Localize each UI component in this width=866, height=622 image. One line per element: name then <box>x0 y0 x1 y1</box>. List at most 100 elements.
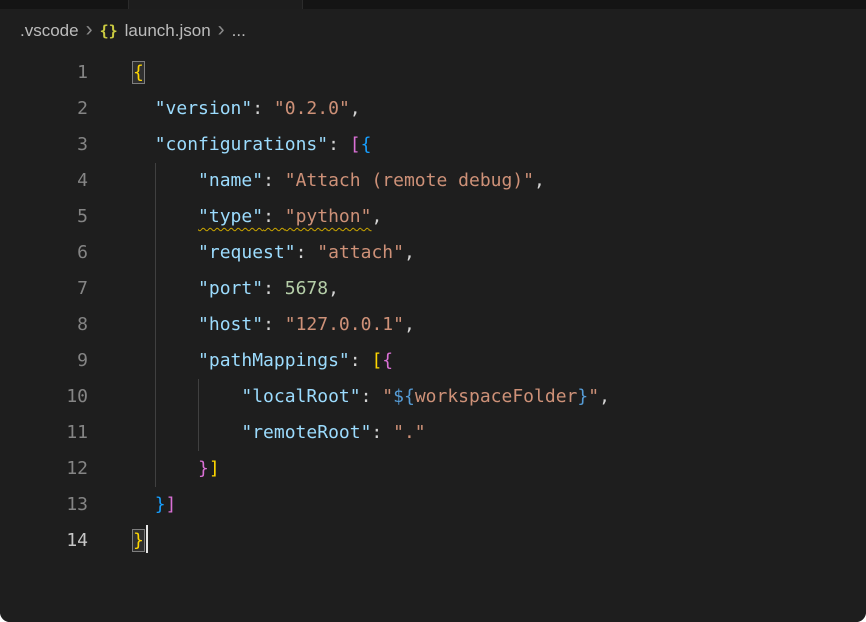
code-line[interactable]: 13 }] <box>0 487 866 523</box>
code-token: ] <box>209 458 220 479</box>
code-line[interactable]: 4 "name": "Attach (remote debug)", <box>0 163 866 199</box>
code-token: : <box>263 314 285 335</box>
code-token: [ <box>371 350 382 371</box>
code-token: , <box>328 278 339 299</box>
code-line-content: "configurations": [{ <box>88 127 371 163</box>
code-line[interactable]: 5 "type": "python", <box>0 199 866 235</box>
code-line-content: "request": "attach", <box>88 235 415 271</box>
code-token <box>133 422 241 443</box>
code-line[interactable]: 9 "pathMappings": [{ <box>0 343 866 379</box>
line-number[interactable]: 14 <box>0 523 88 559</box>
code-token: "configurations" <box>155 134 328 155</box>
code-line[interactable]: 7 "port": 5678, <box>0 271 866 307</box>
code-token: : <box>328 134 350 155</box>
code-token: { <box>382 350 393 371</box>
line-number[interactable]: 7 <box>0 271 88 307</box>
code-token: "." <box>393 422 426 443</box>
code-line[interactable]: 12 }] <box>0 451 866 487</box>
code-token: : <box>252 98 274 119</box>
code-token <box>133 98 155 119</box>
code-token: : <box>361 386 383 407</box>
tab-strip-segment <box>128 0 302 9</box>
code-token: , <box>371 206 382 227</box>
code-token: "type" <box>198 206 263 227</box>
code-token: , <box>534 170 545 191</box>
line-number[interactable]: 9 <box>0 343 88 379</box>
code-line[interactable]: 6 "request": "attach", <box>0 235 866 271</box>
code-token: : <box>263 206 285 227</box>
chevron-right-icon: › <box>86 19 93 40</box>
line-number[interactable]: 4 <box>0 163 88 199</box>
code-token: , <box>404 242 415 263</box>
code-token <box>133 386 241 407</box>
code-token: "0.2.0" <box>274 98 350 119</box>
code-token: "request" <box>198 242 296 263</box>
line-number[interactable]: 5 <box>0 199 88 235</box>
code-token: "name" <box>198 170 263 191</box>
code-line[interactable]: 10 "localRoot": "${workspaceFolder}", <box>0 379 866 415</box>
code-token: "host" <box>198 314 263 335</box>
line-number[interactable]: 13 <box>0 487 88 523</box>
code-token <box>133 242 198 263</box>
breadcrumb-file[interactable]: launch.json <box>125 21 211 41</box>
line-number[interactable]: 6 <box>0 235 88 271</box>
code-token <box>133 278 198 299</box>
code-line[interactable]: 8 "host": "127.0.0.1", <box>0 307 866 343</box>
code-line-content: "remoteRoot": "." <box>88 415 426 451</box>
line-number[interactable]: 12 <box>0 451 88 487</box>
code-line-content: "localRoot": "${workspaceFolder}", <box>88 379 610 415</box>
line-number[interactable]: 3 <box>0 127 88 163</box>
json-file-icon: {} <box>100 22 118 40</box>
code-line-content: "type": "python", <box>88 199 382 235</box>
code-line-content: } <box>88 523 148 559</box>
code-token: , <box>350 98 361 119</box>
code-token: : <box>296 242 318 263</box>
code-token: ${ <box>393 386 415 407</box>
code-token: : <box>263 170 285 191</box>
line-number[interactable]: 1 <box>0 55 88 91</box>
code-line[interactable]: 3 "configurations": [{ <box>0 127 866 163</box>
code-token: "port" <box>198 278 263 299</box>
code-token: : <box>263 278 285 299</box>
code-line-content: "pathMappings": [{ <box>88 343 393 379</box>
code-token: "version" <box>155 98 253 119</box>
code-token <box>133 350 198 371</box>
code-token <box>133 494 155 515</box>
code-token: } <box>198 458 209 479</box>
code-token <box>133 134 155 155</box>
code-token <box>133 170 198 191</box>
code-token: , <box>599 386 610 407</box>
code-line-content: }] <box>88 451 220 487</box>
line-number[interactable]: 8 <box>0 307 88 343</box>
code-token: } <box>577 386 588 407</box>
code-line[interactable]: 1{ <box>0 55 866 91</box>
line-number[interactable]: 10 <box>0 379 88 415</box>
code-token: { <box>361 134 372 155</box>
code-line-content: "port": 5678, <box>88 271 339 307</box>
code-token: "Attach (remote debug)" <box>285 170 534 191</box>
line-number[interactable]: 11 <box>0 415 88 451</box>
chevron-right-icon: › <box>218 19 225 40</box>
code-line[interactable]: 14} <box>0 523 866 559</box>
code-token: workspaceFolder <box>415 386 578 407</box>
tab-separator <box>128 0 129 9</box>
code-line-content: { <box>88 55 144 91</box>
code-token: "remoteRoot" <box>241 422 371 443</box>
code-editor[interactable]: 1{2 "version": "0.2.0",3 "configurations… <box>0 52 866 622</box>
code-token <box>133 314 198 335</box>
code-token: "attach" <box>317 242 404 263</box>
code-line[interactable]: 2 "version": "0.2.0", <box>0 91 866 127</box>
breadcrumb-folder[interactable]: .vscode <box>20 21 79 41</box>
code-token: "127.0.0.1" <box>285 314 404 335</box>
code-lines: 1{2 "version": "0.2.0",3 "configurations… <box>0 55 866 559</box>
breadcrumb-symbol[interactable]: ... <box>232 21 246 41</box>
line-number[interactable]: 2 <box>0 91 88 127</box>
code-token: "localRoot" <box>241 386 360 407</box>
code-token: " <box>588 386 599 407</box>
breadcrumb: .vscode › {} launch.json › ... <box>0 9 866 52</box>
tab-bar-strip <box>0 0 866 9</box>
code-line-content: "version": "0.2.0", <box>88 91 361 127</box>
code-token <box>133 458 198 479</box>
code-line[interactable]: 11 "remoteRoot": "." <box>0 415 866 451</box>
code-token: "pathMappings" <box>198 350 350 371</box>
